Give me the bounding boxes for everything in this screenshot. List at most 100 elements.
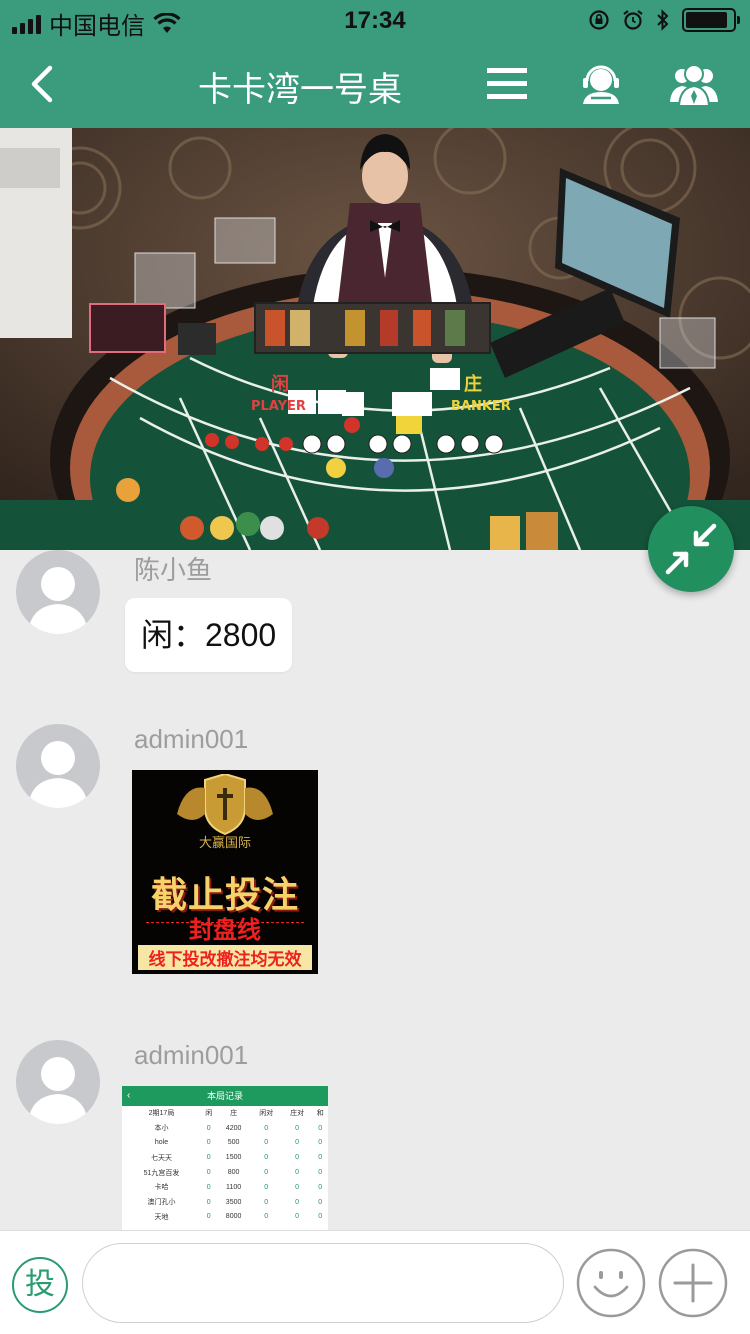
nav-bar: 卡卡湾一号桌 — [0, 40, 750, 128]
table-cell: 0 — [318, 1213, 323, 1221]
default-avatar-icon — [28, 1057, 88, 1124]
status-right — [588, 8, 740, 32]
record-column-header: 和 — [316, 1110, 324, 1118]
table-cell: 0 — [206, 1154, 211, 1162]
chat-message: admin001 ‹ 本局记录 2期17局闲庄闲对 庄对和 本小 0 4200 0 0 0 h… — [0, 1040, 750, 1230]
chat-list[interactable]: 陈小鱼 闲：2800 admin001 大赢国际 截止投注 封盘线 线下投改撤注… — [0, 550, 750, 1230]
customer-service-icon[interactable] — [576, 60, 628, 108]
table-row: hole 0 500 0 0 0 — [122, 1136, 328, 1151]
brand-name: 大赢国际 — [198, 835, 251, 850]
table-cell: 0 — [318, 1139, 323, 1147]
sender-name: admin001 — [134, 1040, 249, 1070]
table-cell: 0 — [206, 1139, 211, 1147]
minimize-video-button[interactable] — [648, 506, 734, 592]
avatar[interactable] — [16, 724, 100, 808]
table-cell: 0 — [295, 1124, 300, 1132]
table-row: 本小 0 4200 0 0 0 — [122, 1121, 328, 1136]
player-cn-label: 闲 — [271, 373, 289, 395]
group-members-icon[interactable] — [668, 60, 720, 108]
table-cell: 0 — [206, 1169, 211, 1177]
table-cell: 500 — [227, 1139, 240, 1147]
table-cell: 0 — [318, 1124, 323, 1132]
table-cell: 0 — [206, 1183, 211, 1191]
record-body: 本小 0 4200 0 0 0 hole 0 500 0 0 0 七天天 0 1500 0 0 0 51九宫百发 0 8… — [122, 1121, 328, 1225]
table-cell: 0 — [295, 1169, 300, 1177]
back-chevron-icon: ‹ — [127, 1090, 131, 1101]
record-header-row: 2期17局 闲 庄 闲对 庄对 和 — [122, 1106, 328, 1121]
table-row: 天地 0 8000 0 0 0 — [122, 1210, 328, 1225]
closing-notice: 线下投改撤注均无效 — [138, 945, 312, 970]
table-cell: 天地 — [154, 1213, 169, 1221]
table-cell: 0 — [264, 1183, 269, 1191]
table-cell: 0 — [264, 1169, 269, 1177]
table-cell: 本小 — [154, 1125, 169, 1133]
table-cell: 0 — [295, 1183, 300, 1191]
menu-icon[interactable] — [484, 60, 536, 108]
table-cell: 0 — [264, 1213, 269, 1221]
table-cell: 0 — [318, 1198, 323, 1206]
live-video[interactable]: 闲 PLAYER 庄 BANKER — [0, 128, 750, 550]
page-title: 卡卡湾一号桌 — [198, 71, 402, 109]
table-cell: 8000 — [225, 1213, 242, 1221]
table-cell: 卡哈 — [154, 1184, 169, 1192]
table-cell: hole — [154, 1139, 169, 1147]
orientation-lock-icon — [589, 10, 609, 30]
table-row: 卡哈 0 1100 0 0 0 — [122, 1180, 328, 1195]
battery-level — [686, 12, 728, 28]
table-cell: 澳门孔小 — [147, 1199, 176, 1207]
avatar[interactable] — [16, 1040, 100, 1124]
bet-button[interactable]: 投 — [12, 1257, 68, 1313]
table-row: 51九宫百发 0 800 0 0 0 — [122, 1165, 328, 1180]
table-cell: 0 — [318, 1154, 323, 1162]
default-avatar-icon — [28, 567, 88, 634]
table-cell: 1100 — [226, 1183, 242, 1191]
banker-en-label: BANKER — [451, 399, 511, 414]
emoji-icon[interactable] — [575, 1247, 647, 1319]
table-row: 澳门孔小 0 3500 0 0 0 — [122, 1195, 328, 1210]
closing-subhead: 封盘线 — [189, 917, 261, 944]
table-cell: 0 — [264, 1139, 269, 1147]
battery-icon — [682, 8, 740, 32]
input-bar: 投 — [0, 1230, 750, 1334]
table-cell: 800 — [227, 1169, 240, 1177]
default-avatar-icon — [28, 741, 88, 808]
table-cell: 51九宫百发 — [143, 1169, 180, 1177]
betting-closed-image[interactable]: 大赢国际 截止投注 封盘线 线下投改撤注均无效 — [132, 770, 318, 974]
back-chevron-icon[interactable] — [22, 58, 70, 110]
record-header: ‹ 本局记录 — [122, 1086, 328, 1106]
record-column-header: 庄对 — [290, 1110, 305, 1118]
plus-icon[interactable] — [657, 1247, 729, 1319]
record-column-header: 庄 — [230, 1110, 238, 1118]
table-cell: 0 — [206, 1198, 211, 1206]
table-cell: 0 — [295, 1213, 300, 1221]
table-cell: 0 — [295, 1198, 300, 1206]
table-cell: 0 — [206, 1213, 211, 1221]
status-bar: 中国电信 17:34 — [0, 0, 750, 40]
collapse-arrows-icon — [665, 523, 717, 575]
table-cell: 0 — [295, 1154, 300, 1162]
table-row: 七天天 0 1500 0 0 0 — [122, 1150, 328, 1165]
text-message-bubble[interactable]: 闲：2800 — [125, 598, 293, 672]
bluetooth-icon — [657, 9, 669, 31]
sender-name: admin001 — [134, 724, 249, 754]
table-cell: 0 — [264, 1124, 269, 1132]
table-cell: 1500 — [225, 1154, 242, 1162]
sender-name: 陈小鱼 — [134, 555, 213, 585]
banker-cn-label: 庄 — [464, 373, 482, 395]
table-cell: 4200 — [225, 1124, 242, 1132]
record-column-header: 2期17局 — [148, 1110, 175, 1118]
record-column-header: 闲对 — [259, 1110, 274, 1118]
table-cell: 0 — [295, 1139, 300, 1147]
table-cell: 3500 — [225, 1198, 242, 1206]
chat-message: 陈小鱼 闲：2800 — [0, 550, 750, 690]
table-cell: 0 — [318, 1183, 323, 1191]
table-cell: 0 — [264, 1154, 269, 1162]
chat-message: admin001 大赢国际 截止投注 封盘线 线下投改撤注均无效 — [0, 724, 750, 984]
alarm-icon — [623, 10, 643, 30]
round-record-image[interactable]: ‹ 本局记录 2期17局 闲 庄 闲对 庄对 和 本小 0 4200 0 0 0 hole 0 500 0 0… — [122, 1086, 328, 1230]
table-cell: 0 — [318, 1169, 323, 1177]
table-cell: 0 — [264, 1198, 269, 1206]
brand-crest-icon — [177, 774, 273, 836]
avatar[interactable] — [16, 550, 100, 634]
message-input[interactable] — [82, 1243, 564, 1323]
